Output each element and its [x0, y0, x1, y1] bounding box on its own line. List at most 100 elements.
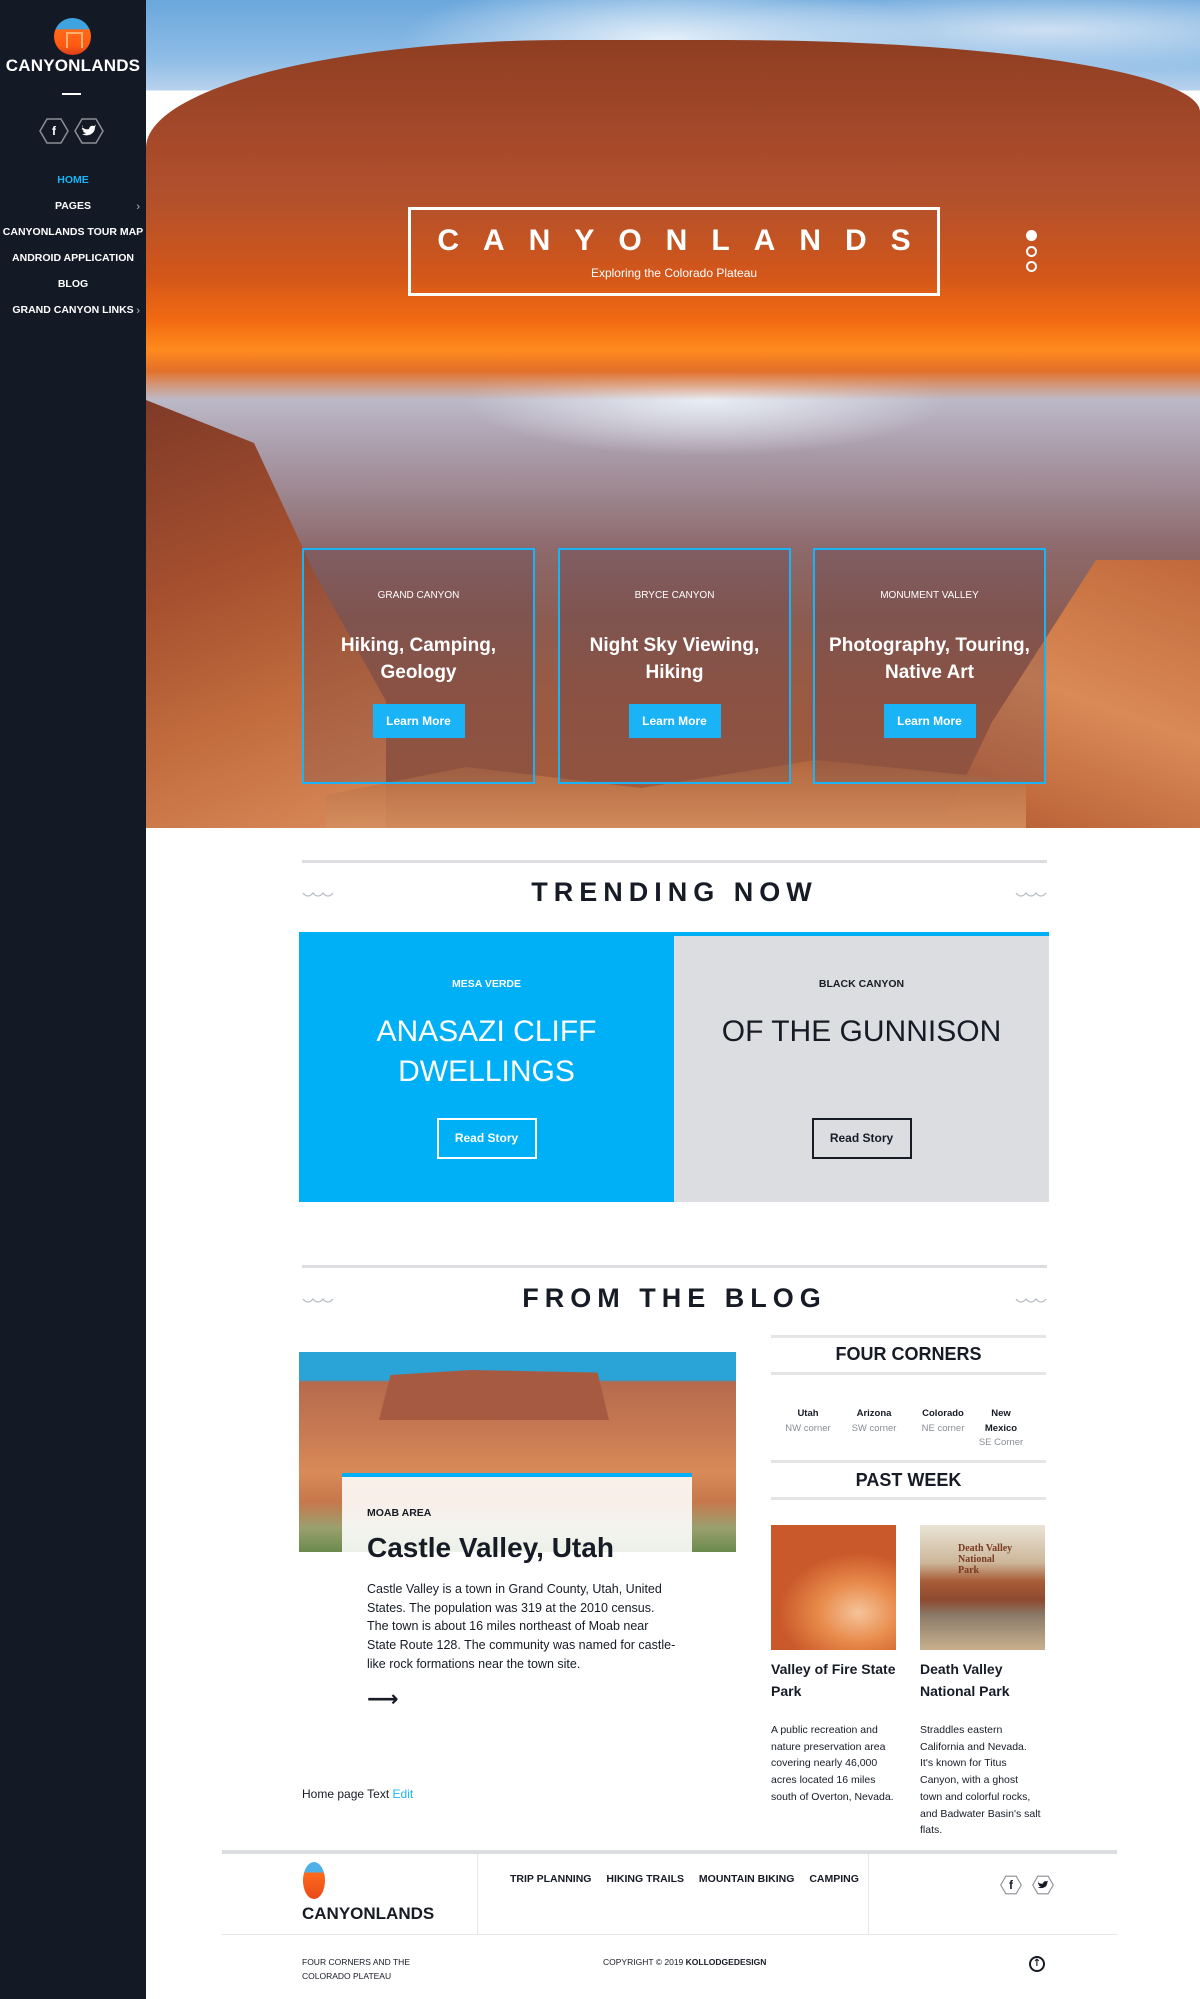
chevron-right-icon: › — [136, 201, 140, 213]
footer-brand[interactable]: CANYONLANDS — [302, 1904, 434, 1924]
learn-more-button[interactable]: Learn More — [628, 704, 721, 738]
footer-link-hiking-trails[interactable]: HIKING TRAILS — [606, 1873, 684, 1885]
card-kicker: MONUMENT VALLEY — [880, 590, 979, 601]
chevron-right-icon: › — [136, 305, 140, 317]
hero-title: CANYONLANDS — [437, 224, 935, 257]
footer-link-camping[interactable]: CAMPING — [809, 1873, 859, 1885]
section-divider — [302, 1265, 1047, 1268]
footer-link-mountain-biking[interactable]: MOUNTAIN BIKING — [699, 1873, 794, 1885]
past-week-post-title[interactable]: Valley of Fire State Park — [771, 1659, 899, 1702]
trending-kicker: BLACK CANYON — [818, 978, 905, 990]
corner-state: New Mexico — [984, 1408, 1018, 1434]
blog-post-excerpt: Castle Valley is a town in Grand County,… — [367, 1582, 676, 1671]
card-title: Hiking, Camping, Geology — [340, 635, 497, 683]
corner-label: NE corner — [921, 1422, 965, 1434]
corner-state: Utah — [797, 1408, 819, 1419]
hero-subtitle: Exploring the Colorado Plateau — [590, 266, 758, 280]
blog-kicker: MOAB AREA — [367, 1507, 432, 1519]
logo-icon[interactable] — [54, 18, 91, 55]
facebook-glyph: f — [1009, 1878, 1013, 1892]
blog-section-title: FROM THE BLOG — [522, 1283, 827, 1313]
feature-card: GRAND CANYON Hiking, Camping, Geology Le… — [302, 548, 535, 784]
nav-item-pages[interactable]: PAGES › — [0, 196, 146, 222]
slide-dot-2[interactable] — [1026, 246, 1037, 257]
footer-logo-icon[interactable] — [303, 1862, 325, 1899]
nav-item-tour-map[interactable]: CANYONLANDS TOUR MAP — [0, 222, 146, 248]
trending-kicker: MESA VERDE — [451, 978, 522, 990]
footer-copyright: COPYRIGHT © 2019 KOLLODGEDESIGN — [603, 1955, 766, 1969]
brand-divider — [62, 93, 81, 95]
corner-item: Utah NW corner — [774, 1407, 842, 1436]
trending-headline: ANASAZI CLIFF DWELLINGS — [376, 1015, 597, 1088]
read-story-button[interactable]: Read Story — [811, 1118, 912, 1159]
twitter-icon[interactable] — [74, 118, 104, 144]
arrow-right-icon[interactable]: ⟶ — [367, 1689, 399, 1711]
widget-divider — [771, 1335, 1046, 1338]
sidebar-nav: HOME PAGES › CANYONLANDS TOUR MAP ANDROID… — [0, 170, 146, 326]
hero-slider: CANYONLANDS Exploring the Colorado Plate… — [146, 0, 1200, 828]
facebook-glyph: f — [52, 124, 56, 138]
corner-label: SE Corner — [978, 1437, 1024, 1448]
nav-item-home[interactable]: HOME — [0, 170, 146, 196]
read-story-button[interactable]: Read Story — [436, 1118, 537, 1159]
nav-item-android-app[interactable]: ANDROID APPLICATION — [0, 248, 146, 274]
corner-label: SW corner — [851, 1422, 897, 1434]
nav-label: PAGES — [55, 200, 91, 212]
corner-state: Colorado — [922, 1408, 964, 1419]
trending-headline: OF THE GUNNISON — [721, 1015, 1002, 1048]
corner-item: New Mexico SE Corner — [976, 1407, 1026, 1451]
past-week-post-title[interactable]: Death Valley National Park — [920, 1659, 1048, 1702]
widget-divider — [771, 1497, 1046, 1500]
card-kicker: GRAND CANYON — [377, 590, 460, 601]
death-valley-image[interactable] — [920, 1525, 1045, 1650]
footer-column-divider — [477, 1854, 478, 1934]
copyright-owner[interactable]: KOLLODGEDESIGN — [686, 1957, 767, 1967]
valley-of-fire-image[interactable] — [771, 1525, 896, 1650]
nav-label: CANYONLANDS TOUR MAP — [2, 226, 144, 238]
edit-link[interactable]: Edit — [393, 1787, 414, 1801]
widget-divider — [771, 1460, 1046, 1463]
feature-card: MONUMENT VALLEY Photography, Touring, Na… — [813, 548, 1046, 784]
card-title: Night Sky Viewing, Hiking — [589, 635, 760, 683]
slide-dot-3[interactable] — [1026, 261, 1037, 272]
nav-item-grand-canyon-links[interactable]: GRAND CANYON LINKS › — [0, 300, 146, 326]
nav-label: BLOG — [57, 278, 89, 290]
back-to-top-icon[interactable]: ↑ — [1029, 1956, 1045, 1972]
learn-more-button[interactable]: Learn More — [372, 704, 465, 738]
past-week-post-text: A public recreation and nature preservat… — [771, 1724, 894, 1803]
corner-label: NW corner — [785, 1422, 831, 1434]
past-week-title: PAST WEEK — [855, 1470, 962, 1490]
four-corners-title: FOUR CORNERS — [835, 1344, 982, 1364]
footer-twitter-icon[interactable] — [1032, 1873, 1054, 1897]
section-divider — [302, 860, 1047, 863]
feature-card: BRYCE CANYON Night Sky Viewing, Hiking L… — [558, 548, 791, 784]
corner-item: Arizona SW corner — [840, 1407, 908, 1436]
footer-facebook-icon[interactable]: f — [1000, 1873, 1022, 1897]
slide-dot-1[interactable] — [1026, 230, 1037, 241]
nav-item-blog[interactable]: BLOG — [0, 274, 146, 300]
hero-title-box: CANYONLANDS Exploring the Colorado Plate… — [408, 207, 940, 296]
widget-divider — [771, 1372, 1046, 1375]
footer-column-divider — [868, 1854, 869, 1934]
card-title: Photography, Touring, Native Art — [829, 635, 1030, 683]
footer-link-trip-planning[interactable]: TRIP PLANNING — [510, 1873, 591, 1885]
trending-item: BLACK CANYON OF THE GUNNISON Read Story — [674, 936, 1049, 1202]
facebook-icon[interactable]: f — [39, 118, 69, 144]
learn-more-button[interactable]: Learn More — [883, 704, 976, 738]
footer-nav: TRIP PLANNING HIKING TRAILS MOUNTAIN BIK… — [510, 1873, 871, 1885]
footer-divider — [222, 1850, 1117, 1854]
home-text-label: Home page Text — [302, 1787, 390, 1801]
copyright-text: COPYRIGHT © 2019 — [603, 1957, 684, 1967]
nav-label: HOME — [57, 174, 89, 186]
trending-title: TRENDING NOW — [531, 877, 818, 907]
footer-divider — [222, 1934, 1117, 1935]
home-page-text: Home page Text Edit — [302, 1787, 413, 1801]
corner-item: Colorado NE corner — [909, 1407, 977, 1436]
corner-state: Arizona — [856, 1408, 892, 1419]
nav-label: GRAND CANYON LINKS — [12, 304, 134, 316]
blog-post-title[interactable]: Castle Valley, Utah — [367, 1532, 614, 1564]
sidebar-brand[interactable]: CANYONLANDS — [0, 56, 146, 76]
past-week-post-text: Straddles eastern California and Nevada.… — [920, 1724, 1041, 1837]
sidebar: CANYONLANDS f HOME PAGES › CANYONLANDS TO… — [0, 0, 146, 1999]
card-kicker: BRYCE CANYON — [634, 590, 715, 601]
